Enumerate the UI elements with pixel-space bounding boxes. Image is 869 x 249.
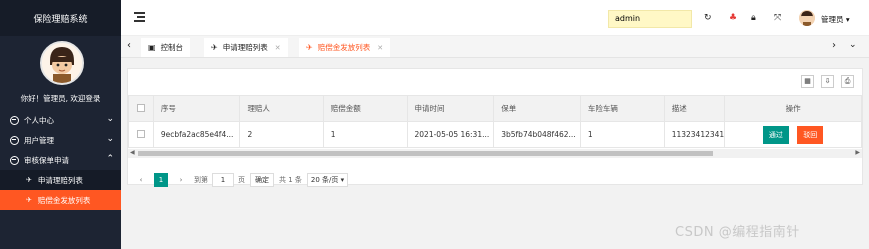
circle-minus-icon bbox=[10, 135, 19, 145]
col-header-actions: 操作 bbox=[724, 95, 862, 122]
cell-vehicle: 1 bbox=[579, 121, 665, 148]
col-header-vehicle[interactable]: 车险车辆 bbox=[579, 95, 665, 122]
pagination: ‹ 1 › 到第 1 页 确定 共 1 条 20 条/页 ▾ bbox=[134, 173, 349, 187]
tab-label: 申请理赔列表 bbox=[222, 43, 268, 52]
lock-icon[interactable]: 🔒︎ bbox=[751, 13, 756, 23]
cell-id: 9ecbfa2ac85e4f4... bbox=[152, 121, 241, 148]
sidebar-item-user-management[interactable]: 用户管理 ⌄ bbox=[0, 130, 121, 150]
chevron-down-icon[interactable]: ⌄ bbox=[849, 40, 857, 50]
plane-icon: ✈ bbox=[211, 43, 218, 52]
scrollbar-thumb[interactable] bbox=[138, 151, 713, 156]
page-size-select[interactable]: 20 条/页 ▾ bbox=[306, 173, 349, 187]
approve-button[interactable]: 通过 bbox=[762, 125, 789, 144]
cell-actions: 通过 驳回 bbox=[724, 121, 862, 148]
tab-payout-list[interactable]: ✈ 赔偿金发放列表 ✕ bbox=[299, 38, 391, 57]
col-header-desc[interactable]: 描述 bbox=[663, 95, 726, 122]
user-avatar[interactable] bbox=[799, 10, 815, 26]
goto-label: 到第 bbox=[194, 176, 208, 184]
col-header-time[interactable]: 申请时间 bbox=[406, 95, 495, 122]
goto-page-input[interactable]: 1 bbox=[212, 173, 234, 187]
cell-time: 2021-05-05 16:31... bbox=[406, 121, 495, 148]
search-input[interactable]: admin bbox=[608, 10, 692, 28]
col-header-policy[interactable]: 保单 bbox=[493, 95, 581, 122]
export-icon[interactable]: ⇩ bbox=[821, 75, 834, 88]
chevron-down-icon: ⌄ bbox=[106, 114, 114, 124]
select-all-checkbox[interactable] bbox=[128, 95, 154, 122]
sidebar-item-label: 用户管理 bbox=[24, 135, 54, 145]
app-title: 保险理赔系统 bbox=[0, 0, 121, 36]
cell-desc: 11323412341 bbox=[663, 121, 726, 148]
tab-label: 控制台 bbox=[160, 43, 184, 52]
avatar bbox=[40, 41, 84, 85]
plane-icon: ✈ bbox=[306, 43, 313, 52]
next-page-button[interactable]: › bbox=[174, 173, 188, 187]
cell-person: 2 bbox=[239, 121, 324, 148]
table-panel: ▦ ⇩ ⎙ 序号 理赔人 赔偿金额 申请时间 保单 车险车辆 描述 操作 9ec… bbox=[127, 68, 863, 187]
chevron-left-icon[interactable]: ‹ bbox=[127, 40, 131, 51]
col-header-amount[interactable]: 赔偿金额 bbox=[322, 95, 408, 122]
chevron-right-icon[interactable]: › bbox=[832, 40, 836, 51]
page-1-button[interactable]: 1 bbox=[154, 173, 168, 187]
sidebar-item-review-policy[interactable]: 审核保单申请 ⌃ bbox=[0, 150, 121, 170]
menu-toggle-icon[interactable] bbox=[134, 12, 145, 22]
cell-policy: 3b5fb74b048f462... bbox=[493, 121, 581, 148]
plane-icon: ✈ bbox=[26, 176, 32, 184]
refresh-icon[interactable]: ↻ bbox=[704, 13, 712, 23]
print-icon[interactable]: ⎙ bbox=[841, 75, 854, 88]
watermark: CSDN @编程指南针 bbox=[675, 225, 800, 240]
prev-page-button[interactable]: ‹ bbox=[134, 173, 148, 187]
horizontal-scrollbar[interactable]: ◀ ▶ bbox=[128, 149, 862, 158]
close-icon[interactable]: ✕ bbox=[275, 44, 281, 52]
close-icon[interactable]: ✕ bbox=[377, 44, 383, 52]
sidebar: 保险理赔系统 你好！管理员, 欢迎登录 个人中心 ⌄ 用户管理 ⌄ 审核保单申请 bbox=[0, 0, 121, 249]
sidebar-subitem-label: 申请理赔列表 bbox=[37, 175, 83, 185]
welcome-text: 你好！管理员, 欢迎登录 bbox=[20, 94, 101, 103]
tab-claim-list[interactable]: ✈ 申请理赔列表 ✕ bbox=[204, 38, 288, 57]
columns-icon[interactable]: ▦ bbox=[801, 75, 814, 88]
col-header-id[interactable]: 序号 bbox=[152, 95, 241, 122]
fullscreen-icon[interactable]: ⤧ bbox=[774, 13, 781, 23]
total-count: 共 1 条 bbox=[279, 176, 302, 184]
chevron-up-icon: ⌃ bbox=[106, 154, 114, 164]
cell-amount: 1 bbox=[322, 121, 408, 148]
user-menu[interactable]: 管理员 ▾ bbox=[821, 14, 850, 25]
col-header-person[interactable]: 理赔人 bbox=[239, 95, 324, 122]
data-table: 序号 理赔人 赔偿金额 申请时间 保单 车险车辆 描述 操作 9ecbfa2ac… bbox=[128, 95, 862, 148]
chevron-down-icon: ⌄ bbox=[106, 134, 114, 144]
sidebar-item-label: 个人中心 bbox=[24, 115, 54, 125]
table-row: 9ecbfa2ac85e4f4... 2 1 2021-05-05 16:31.… bbox=[128, 121, 862, 148]
sidebar-subitem-payout-list[interactable]: ✈ 赔偿金发放列表 bbox=[0, 190, 121, 210]
scroll-left-icon[interactable]: ◀ bbox=[130, 149, 135, 156]
sidebar-menu: 个人中心 ⌄ 用户管理 ⌄ 审核保单申请 ⌃ ✈ 申请理赔列表 ✈ 赔偿金发放列… bbox=[0, 110, 121, 210]
sidebar-subitem-claim-list[interactable]: ✈ 申请理赔列表 bbox=[0, 170, 121, 190]
plane-icon: ✈ bbox=[26, 196, 32, 204]
circle-minus-icon bbox=[10, 115, 19, 125]
tab-label: 赔偿金发放列表 bbox=[317, 43, 371, 52]
monitor-icon: ▣ bbox=[148, 43, 156, 52]
reject-button[interactable]: 驳回 bbox=[797, 125, 824, 144]
table-toolbar: ▦ ⇩ ⎙ bbox=[128, 69, 862, 95]
bell-icon[interactable]: ♣ bbox=[729, 13, 737, 23]
tab-bar: ‹ ▣ 控制台 ✈ 申请理赔列表 ✕ ✈ 赔偿金发放列表 ✕ › ⌄ bbox=[121, 36, 869, 58]
sidebar-item-personal-center[interactable]: 个人中心 ⌄ bbox=[0, 110, 121, 130]
sidebar-subitem-label: 赔偿金发放列表 bbox=[37, 195, 91, 205]
table-header-row: 序号 理赔人 赔偿金额 申请时间 保单 车险车辆 描述 操作 bbox=[128, 95, 862, 122]
scroll-right-icon[interactable]: ▶ bbox=[855, 149, 860, 156]
sidebar-item-label: 审核保单申请 bbox=[24, 155, 69, 165]
page-unit-label: 页 bbox=[238, 176, 245, 184]
confirm-button[interactable]: 确定 bbox=[250, 173, 274, 187]
row-checkbox[interactable] bbox=[128, 121, 154, 148]
top-bar: admin ↻ ♣ 🔒︎ ⤧ 管理员 ▾ bbox=[121, 0, 869, 36]
circle-minus-icon bbox=[10, 155, 19, 165]
tab-console[interactable]: ▣ 控制台 bbox=[141, 38, 191, 57]
